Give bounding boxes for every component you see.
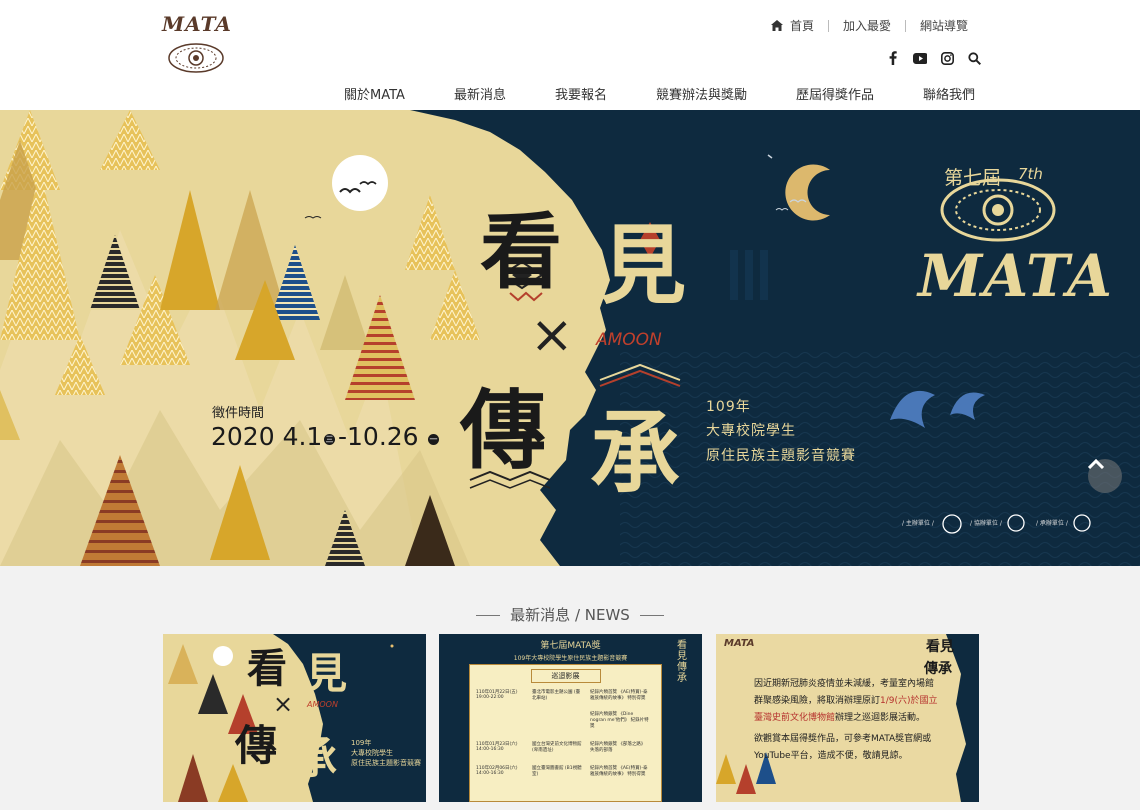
youtube-icon[interactable] xyxy=(913,50,927,66)
card1-char-inherit: 承 xyxy=(293,733,337,784)
card2-row: 紀錄片類銀獎 《Dine nogran me'他們》 紀錄片特獎 xyxy=(470,711,661,729)
search-icon[interactable] xyxy=(967,50,981,66)
card2-row-place xyxy=(532,711,584,729)
social-icons xyxy=(886,50,981,66)
news-section-title: 最新消息 / NEWS xyxy=(0,604,1140,625)
card2-row-date: 110年01月23日(六) 14:00-16:30 xyxy=(476,742,518,752)
hero-brand: MATA xyxy=(918,242,1114,310)
site-logo[interactable]: MATA xyxy=(160,8,232,78)
card2-row-date: 110年01月22日(五) 19:00-22:00 xyxy=(476,690,518,700)
sitemap-link[interactable]: 網站導覽 xyxy=(920,17,968,34)
card1-amoon: AMOON xyxy=(307,700,338,709)
logo-wordmark: MATA xyxy=(162,12,232,36)
title-dash-left xyxy=(476,615,501,616)
hero-org-host: / 主辦單位 / xyxy=(902,520,934,527)
card1-char-pass: 傳 xyxy=(235,721,278,770)
news-card[interactable]: MATA 看見 傳承 因近期新冠肺炎疫情並未減緩，考量室內場館 群聚感染風險，將… xyxy=(716,634,979,802)
home-link-label: 首頁 xyxy=(789,19,814,33)
card1-char-view: 見 xyxy=(305,649,348,698)
nav-item-about[interactable]: 關於MATA xyxy=(344,84,405,103)
nav-item-contact[interactable]: 聯絡我們 xyxy=(923,84,975,103)
card2-table: 巡迴影展 110年01月22日(五) 19:00-22:00 臺北市電影主題公園… xyxy=(469,664,662,802)
card1-line-3: 原住民族主題影音競賽 xyxy=(351,759,421,767)
hero-amoon: AMOON xyxy=(596,330,662,350)
main-nav: 關於MATA 最新消息 我要報名 競賽辦法與獎勵 歷屆得獎作品 聯絡我們 xyxy=(344,84,975,103)
favorite-link[interactable]: 加入最愛 xyxy=(843,17,891,34)
card3-line: YouTube平台，造成不便，敬請見諒。 xyxy=(754,751,908,761)
card3-line: 臺灣史前文化博物館辦理之巡迴影展活動。 xyxy=(754,710,959,727)
hero-cross: × xyxy=(530,305,574,365)
divider xyxy=(904,19,906,32)
card3-line: 群聚感染風險，將取消辦理原訂1/9(六)於國立 xyxy=(754,693,959,710)
hero-period-date-b: -10.26 xyxy=(338,422,419,451)
facebook-icon[interactable] xyxy=(886,50,900,66)
card2-row-films: 紀錄片類首獎 《AE(特賞)-泰雅族傳統的故事》 特別得獎 xyxy=(590,690,648,701)
nav-item-rules[interactable]: 競賽辦法與獎勵 xyxy=(656,84,747,103)
hero-period-date-a: 2020 4.1 xyxy=(211,422,323,451)
scroll-top-button[interactable] xyxy=(1088,459,1122,493)
top-links: 首頁 加入最愛 網站導覽 xyxy=(770,17,968,34)
card3-logo: MATA xyxy=(724,638,755,649)
card2-corner-text: 看見傳承 xyxy=(677,640,687,684)
nav-item-register[interactable]: 我要報名 xyxy=(555,84,607,103)
card3-corner-1: 看見 xyxy=(926,639,954,655)
card3-text: 群聚感染風險，將取消辦理原訂 xyxy=(754,696,881,706)
hero-char-see: 看 xyxy=(480,204,563,300)
nav-item-news[interactable]: 最新消息 xyxy=(454,84,506,103)
card2-row-place: 臺北市電影主題公園 (臺北車站) xyxy=(532,690,581,701)
logo-eye-icon xyxy=(168,43,224,73)
home-icon xyxy=(770,20,783,31)
hero-org-exec: / 承辦單位 / xyxy=(1036,520,1068,527)
news-heading: 最新消息 / NEWS xyxy=(510,606,630,624)
card3-line: 因近期新冠肺炎疫情並未減緩，考量室內場館 xyxy=(754,679,935,689)
card2-heading: 第七屆MATA獎 109年大專校院學生原住民族主題影音競賽 xyxy=(439,638,702,662)
card2-row-place: 國立臺灣圖書館 (B1視聽室) xyxy=(532,766,582,777)
hero-char-pass: 傳 xyxy=(460,380,546,481)
hero-edition-en: 7th xyxy=(1018,165,1043,183)
nav-item-winners[interactable]: 歷屆得獎作品 xyxy=(796,84,874,103)
chevron-up-icon xyxy=(1088,459,1104,469)
card2-row-films: 紀錄片類銀獎 《部落之路》 失落的部落 xyxy=(590,742,646,753)
hero-edition-cn: 第七屆 xyxy=(944,167,1002,189)
card2-title: 第七屆MATA獎 xyxy=(540,641,601,651)
card3-corner-2: 傳承 xyxy=(924,661,952,677)
hero-period-day-a: 三 xyxy=(324,434,335,445)
hero-char-inherit: 承 xyxy=(590,400,680,506)
hero-subtitle-1: 大專校院學生 xyxy=(706,423,796,439)
card3-text: 辦理之巡迴影展活動。 xyxy=(835,713,926,723)
news-card[interactable]: 看 見 × AMOON 傳 承 109年 大專校院學生 原住民族主題影音競賽 xyxy=(163,634,426,802)
hero-subtitle-2: 原住民族主題影音競賽 xyxy=(706,448,856,464)
news-section: 最新消息 / NEWS 看 見 × AMOON 傳 承 109年 大專校院學生 … xyxy=(0,566,1140,810)
instagram-icon[interactable] xyxy=(940,50,954,66)
hero-period-day-b: 一 xyxy=(428,434,439,445)
card2-subtitle: 109年大專校院學生原住民族主題影音競賽 xyxy=(513,655,628,662)
card3-date-highlight: 1/9(六)於國立 xyxy=(880,696,938,706)
hero-char-view: 見 xyxy=(600,215,686,316)
site-header: MATA 首頁 加入最愛 網站導覽 關於MATA 最新消息 我要報名 競賽辦法與… xyxy=(0,0,1140,110)
hero-org-co: / 協辦單位 / xyxy=(970,520,1002,527)
card2-row-date xyxy=(476,711,526,729)
card3-body: 因近期新冠肺炎疫情並未減緩，考量室內場館 群聚感染風險，將取消辦理原訂1/9(六… xyxy=(754,676,959,765)
card2-row: 110年01月22日(五) 19:00-22:00 臺北市電影主題公園 (臺北車… xyxy=(470,689,661,701)
card1-char-see: 看 xyxy=(247,645,287,692)
hero-banner[interactable]: 看 見 × AMOON 傳 承 徵件時間 2020 4.1 三 -10.26 一… xyxy=(0,110,1140,566)
home-link[interactable]: 首頁 xyxy=(770,17,814,34)
card1-line-1: 109年 xyxy=(351,739,372,747)
card2-row-films: 紀錄片類銀獎 《Dine nogran me'他們》 紀錄片特獎 xyxy=(590,712,649,729)
card3-venue-highlight: 臺灣史前文化博物館 xyxy=(754,713,836,723)
news-card[interactable]: 第七屆MATA獎 109年大專校院學生原住民族主題影音競賽 看見傳承 巡迴影展 … xyxy=(439,634,702,802)
divider xyxy=(827,19,829,32)
card3-line: 欲觀賞本屆得獎作品，可參考MATA獎官網或 xyxy=(754,734,932,744)
card1-line-2: 大專校院學生 xyxy=(351,749,393,757)
hero-period-label: 徵件時間 xyxy=(212,406,265,421)
title-dash-right xyxy=(639,615,664,616)
card2-row: 110年01月23日(六) 14:00-16:30 國立台灣史前文化博物館 (卑… xyxy=(470,741,661,753)
hero-year: 109年 xyxy=(706,399,751,415)
card2-row: 110年02月06日(六) 14:00-16:30 國立臺灣圖書館 (B1視聽室… xyxy=(470,765,661,777)
card2-row-films: 紀錄片類首獎 《AE(特賞)-泰雅族傳統的故事》 特別得獎 xyxy=(590,766,648,777)
card2-table-header: 巡迴影展 xyxy=(530,669,601,683)
card2-row-place: 國立台灣史前文化博物館 (卑南遺址) xyxy=(532,742,582,753)
card2-row-date: 110年02月06日(六) 14:00-16:30 xyxy=(476,766,518,776)
